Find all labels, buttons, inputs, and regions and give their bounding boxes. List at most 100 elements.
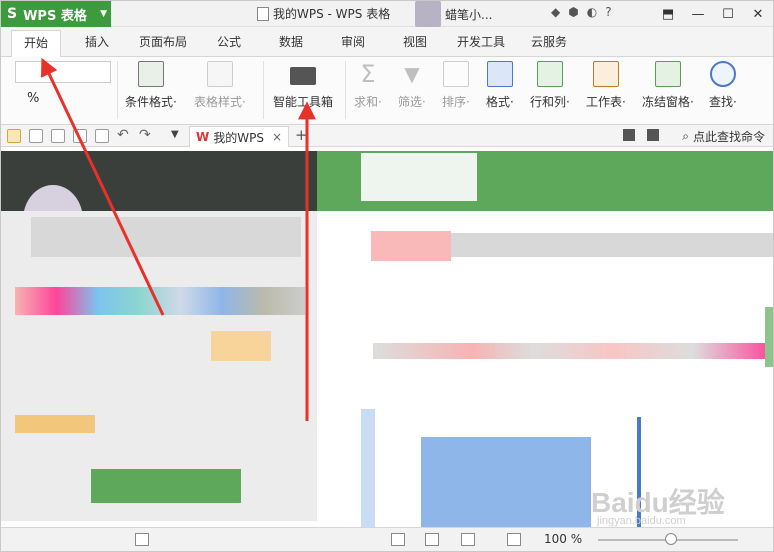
- sheet-icon[interactable]: [135, 533, 149, 546]
- button-label: 查找·: [709, 95, 737, 109]
- user-account[interactable]: 蜡笔小...: [415, 1, 492, 27]
- blurred-block: [361, 153, 477, 201]
- conditional-format-button[interactable]: 条件格式·: [125, 61, 177, 110]
- print-preview-icon[interactable]: [95, 129, 109, 143]
- title-bar: S WPS 表格 ▼ 我的WPS - WPS 表格 蜡笔小... ◆ ⬢ ◐ ?…: [1, 1, 773, 27]
- skin-icon[interactable]: ◆: [551, 5, 560, 19]
- reading-view-icon[interactable]: [461, 533, 475, 546]
- sum-icon: Σ: [360, 60, 376, 88]
- tab-view[interactable]: 视图: [403, 33, 427, 50]
- minimize-icon[interactable]: —: [683, 1, 713, 27]
- blurred-block: [91, 469, 241, 503]
- find-button[interactable]: 查找·: [709, 61, 737, 110]
- blurred-block: [373, 343, 773, 359]
- save-icon[interactable]: [29, 129, 43, 143]
- conditional-format-icon: [137, 61, 164, 87]
- wps-menu-button[interactable]: S WPS 表格 ▼: [1, 1, 111, 27]
- restore-ribbon-icon[interactable]: ⬒: [653, 1, 683, 27]
- ribbon: % 条件格式· 表格样式· 智能工具箱 Σ 求和· ▼ 筛选· 排序· 格式· …: [1, 57, 773, 125]
- help-icon[interactable]: ?: [605, 5, 611, 19]
- wps-window: S WPS 表格 ▼ 我的WPS - WPS 表格 蜡笔小... ◆ ⬢ ◐ ?…: [0, 0, 774, 552]
- format-button[interactable]: 格式·: [486, 61, 514, 110]
- watermark-url: jingyan.baidu.com: [597, 515, 686, 527]
- filter-button[interactable]: ▼ 筛选·: [398, 61, 426, 110]
- button-label: 条件格式·: [125, 95, 177, 109]
- undo-icon[interactable]: ↶: [117, 127, 129, 143]
- print-icon[interactable]: [73, 129, 87, 143]
- toolbox-icon: [290, 67, 316, 85]
- sort-icon: [442, 61, 469, 87]
- eye-protection-icon[interactable]: [507, 533, 521, 546]
- tab-page-layout[interactable]: 页面布局: [139, 33, 187, 50]
- table-style-button[interactable]: 表格样式·: [194, 61, 246, 110]
- separator: [117, 61, 118, 119]
- row-col-button[interactable]: 行和列·: [530, 61, 570, 110]
- document-title-text: 我的WPS - WPS 表格: [273, 7, 391, 21]
- button-label: 工作表·: [586, 95, 626, 109]
- blurred-block: [371, 231, 451, 261]
- freeze-panes-button[interactable]: 冻结窗格·: [642, 61, 694, 110]
- tab-data[interactable]: 数据: [279, 33, 303, 50]
- blurred-block: [15, 415, 95, 433]
- video-icon[interactable]: [623, 129, 635, 141]
- export-pdf-icon[interactable]: [51, 129, 65, 143]
- tab-review[interactable]: 审阅: [341, 33, 365, 50]
- worksheet-button[interactable]: 工作表·: [586, 61, 626, 110]
- separator: [345, 61, 346, 119]
- format-icon: [486, 61, 513, 87]
- button-label: 冻结窗格·: [642, 95, 694, 109]
- page-break-view-icon[interactable]: [425, 533, 439, 546]
- freeze-icon: [654, 61, 681, 87]
- command-search[interactable]: ⌕ 点此查找命令: [682, 128, 765, 145]
- zoom-level: 100 %: [544, 532, 583, 546]
- chevron-down-icon: ▼: [100, 9, 107, 19]
- number-format-select[interactable]: [15, 61, 111, 83]
- percent-button[interactable]: %: [27, 91, 39, 106]
- chevron-down-icon[interactable]: ▼: [171, 129, 179, 140]
- close-icon[interactable]: ✕: [743, 1, 773, 27]
- command-search-label: 点此查找命令: [692, 130, 765, 144]
- blurred-block: [421, 437, 591, 527]
- normal-view-icon[interactable]: [391, 533, 405, 546]
- sort-button[interactable]: 排序·: [442, 61, 470, 110]
- blurred-block: [211, 331, 271, 361]
- tab-insert[interactable]: 插入: [85, 33, 109, 50]
- filter-icon: ▼: [404, 62, 420, 86]
- button-label: 筛选·: [398, 95, 426, 109]
- button-label: 智能工具箱: [273, 95, 334, 109]
- close-tab-icon[interactable]: ×: [272, 130, 282, 144]
- button-label: 求和·: [354, 95, 382, 109]
- tab-developer[interactable]: 开发工具: [457, 33, 505, 50]
- titlebar-tools: ◆ ⬢ ◐ ?: [551, 5, 612, 19]
- wps-doc-icon: W: [196, 130, 210, 144]
- maximize-icon[interactable]: ☐: [713, 1, 743, 27]
- redo-icon[interactable]: ↷: [139, 127, 151, 143]
- tab-formula[interactable]: 公式: [217, 33, 241, 50]
- blurred-block: [31, 217, 301, 257]
- tab-cloud[interactable]: 云服务: [531, 33, 567, 50]
- row-col-icon: [536, 61, 563, 87]
- comment-icon[interactable]: [647, 129, 659, 141]
- avatar[interactable]: [415, 1, 441, 27]
- blurred-block: [361, 409, 375, 527]
- table-style-icon: [206, 61, 233, 87]
- button-label: 格式·: [486, 95, 514, 109]
- sum-button[interactable]: Σ 求和·: [354, 61, 382, 110]
- zoom-slider-handle[interactable]: [665, 533, 677, 545]
- feedback-icon[interactable]: ◐: [587, 5, 597, 19]
- button-label: 排序·: [442, 95, 470, 109]
- settings-icon[interactable]: ⬢: [568, 5, 578, 19]
- blurred-block: [765, 307, 773, 367]
- open-icon[interactable]: [7, 129, 21, 143]
- smart-toolbox-button[interactable]: 智能工具箱: [273, 61, 333, 110]
- status-bar: 100 %: [1, 527, 773, 551]
- tab-start[interactable]: 开始: [11, 30, 62, 57]
- new-tab-button[interactable]: +: [295, 126, 308, 144]
- menu-bar: 开始 插入 页面布局 公式 数据 审阅 视图 开发工具 云服务: [1, 27, 773, 57]
- document-icon: [257, 6, 269, 21]
- window-controls: ⬒ — ☐ ✕: [653, 1, 773, 27]
- document-tab[interactable]: W 我的WPS ×: [189, 126, 289, 147]
- wps-logo-icon: S: [7, 6, 18, 22]
- search-icon: ⌕: [682, 129, 689, 143]
- app-name: WPS 表格: [23, 8, 87, 24]
